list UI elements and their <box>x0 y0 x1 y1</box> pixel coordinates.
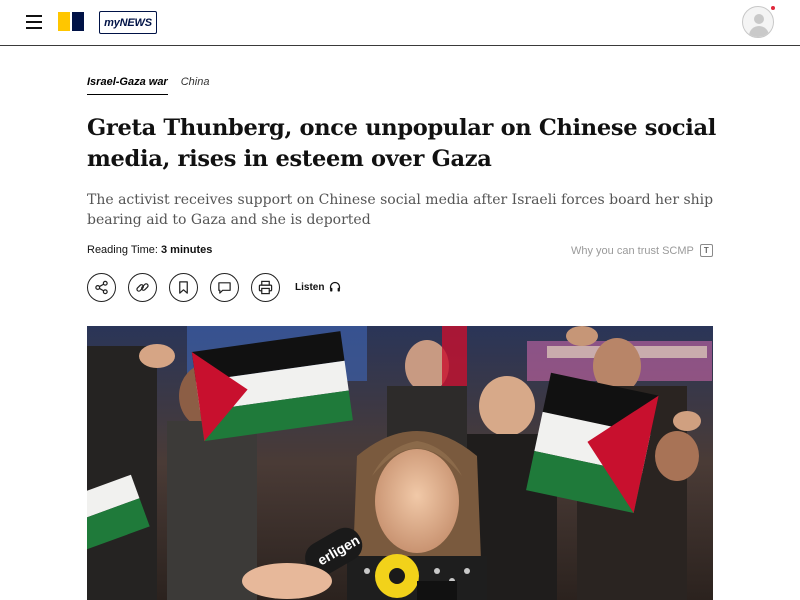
site-header: myNEWS <box>0 0 800 46</box>
trust-link-label: Why you can trust SCMP <box>571 244 694 257</box>
article-headline: Greta Thunberg, once unpopular on Chines… <box>87 115 717 172</box>
article-hero-image[interactable]: erligen <box>87 326 713 600</box>
listen-label: Listen <box>295 281 325 293</box>
share-button[interactable] <box>87 272 116 302</box>
bookmark-button[interactable] <box>169 272 198 302</box>
headphones-icon <box>330 281 341 292</box>
notification-dot <box>771 6 775 10</box>
reading-time-label: Reading Time: <box>87 244 158 256</box>
print-icon <box>258 280 273 294</box>
tag-china[interactable]: China <box>181 76 210 88</box>
copy-link-button[interactable] <box>128 272 157 302</box>
reading-time: Reading Time: 3 minutes <box>87 244 212 256</box>
article-tags: Israel-Gaza war China <box>87 76 209 98</box>
comment-button[interactable] <box>210 272 239 302</box>
comment-icon <box>218 281 231 294</box>
article-actions: Listen <box>87 272 341 302</box>
user-avatar-icon[interactable] <box>742 6 774 38</box>
tag-israel-gaza-war[interactable]: Israel-Gaza war <box>87 76 168 95</box>
article-subheadline: The activist receives support on Chinese… <box>87 192 714 228</box>
print-button[interactable] <box>251 272 280 302</box>
trust-info-icon: T <box>699 244 713 257</box>
protest-photo: erligen <box>87 326 713 600</box>
copy-link-icon <box>136 282 149 292</box>
hamburger-menu-icon[interactable] <box>26 15 42 29</box>
scmp-logo[interactable] <box>58 12 84 31</box>
trust-scmp-link[interactable]: Why you can trust SCMP T <box>571 244 713 257</box>
share-icon <box>95 280 108 294</box>
listen-button[interactable]: Listen <box>295 281 341 293</box>
reading-time-value: 3 minutes <box>161 244 213 256</box>
mynews-button[interactable]: myNEWS <box>99 11 157 34</box>
bookmark-icon <box>179 280 188 294</box>
